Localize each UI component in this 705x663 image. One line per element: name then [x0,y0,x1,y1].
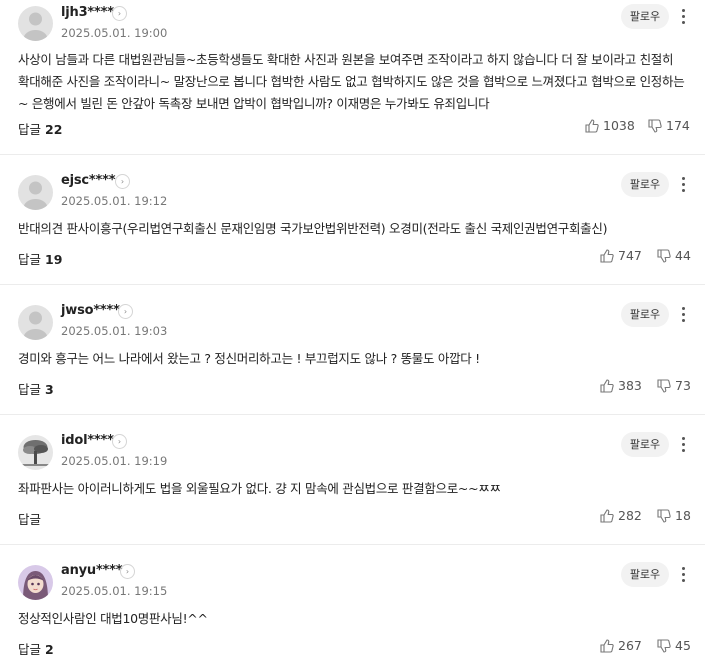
avatar[interactable] [18,305,53,340]
reply-label: 답글 [18,642,42,657]
comment-text: 경미와 흥구는 어느 나라에서 왔는고 ? 정신머리하고는 ! 부끄럽지도 않나… [18,351,480,366]
avatar[interactable] [18,175,53,210]
like-button[interactable]: 282 [600,508,642,523]
dislike-button[interactable]: 44 [657,248,691,263]
thumbs-up-icon [600,378,614,393]
follow-button[interactable]: 팔로우 [621,302,669,327]
reply-button[interactable]: 답글 22 [18,119,62,138]
like-button[interactable]: 267 [600,638,642,653]
reply-button[interactable]: 답글 3 [18,379,54,398]
comment-text: 좌파판사는 아이러니하게도 법을 외울필요가 없다. 걍 지 맘속에 관심법으로… [18,481,501,496]
avatar[interactable] [18,6,53,41]
timestamp: 2025.05.01. 19:00 [61,26,168,40]
follow-button[interactable]: 팔로우 [621,562,669,587]
vertical-dots-icon[interactable] [679,9,687,27]
reply-count: 3 [45,382,54,397]
timestamp: 2025.05.01. 19:19 [61,454,168,468]
dislike-count: 45 [675,638,691,653]
like-count: 267 [618,638,642,653]
username[interactable]: ejsc**** [61,173,116,188]
username[interactable]: idol**** [61,433,114,448]
dislike-button[interactable]: 73 [657,378,691,393]
comment-item: jwso**** › 2025.05.01. 19:03 팔로우 경미와 흥구는… [0,285,705,415]
thumbs-down-icon [657,508,671,523]
username[interactable]: anyu**** [61,563,123,578]
dislike-button[interactable]: 174 [648,118,690,133]
chevron-right-icon[interactable]: › [115,174,130,189]
thumbs-up-icon [600,248,614,263]
comment-text: 반대의견 판사이흥구(우리법연구회출신 문재인임명 국가보안법위반전력) 오경미… [18,221,608,236]
timestamp: 2025.05.01. 19:12 [61,194,168,208]
comment-text: 사상이 남들과 다른 대법원관님들~초등학생들도 확대한 사진과 원본을 보여주… [18,52,685,111]
reply-label: 답글 [18,512,42,527]
comment-item: anyu**** › 2025.05.01. 19:15 팔로우 정상적인사람인… [0,545,705,663]
vertical-dots-icon[interactable] [679,437,687,455]
reply-button[interactable]: 답글 [18,509,45,528]
chevron-right-icon[interactable]: › [112,434,127,449]
dislike-count: 44 [675,248,691,263]
dislike-count: 174 [666,118,690,133]
like-count: 282 [618,508,642,523]
timestamp: 2025.05.01. 19:03 [61,324,168,338]
like-count: 383 [618,378,642,393]
follow-button[interactable]: 팔로우 [621,4,669,29]
comment-text: 정상적인사람인 대법10명판사님!^^ [18,611,208,626]
dislike-count: 18 [675,508,691,523]
thumbs-up-icon [585,118,599,133]
vertical-dots-icon[interactable] [679,177,687,195]
thumbs-down-icon [657,638,671,653]
thumbs-down-icon [657,378,671,393]
vertical-dots-icon[interactable] [679,307,687,325]
reply-button[interactable]: 답글 19 [18,249,62,268]
dislike-button[interactable]: 45 [657,638,691,653]
avatar[interactable] [18,435,53,470]
follow-button[interactable]: 팔로우 [621,172,669,197]
comment-item: ejsc**** › 2025.05.01. 19:12 팔로우 반대의견 판사… [0,155,705,285]
chevron-right-icon[interactable]: › [118,304,133,319]
thumbs-down-icon [648,118,662,133]
dislike-count: 73 [675,378,691,393]
thumbs-up-icon [600,638,614,653]
like-count: 1038 [603,118,635,133]
dislike-button[interactable]: 18 [657,508,691,523]
vertical-dots-icon[interactable] [679,567,687,585]
comment-item: idol**** › 2025.05.01. 19:19 팔로우 좌파판사는 아… [0,415,705,545]
reply-count: 22 [45,122,63,137]
like-button[interactable]: 383 [600,378,642,393]
reply-button[interactable]: 답글 2 [18,639,54,658]
chevron-right-icon[interactable]: › [112,6,127,21]
reply-count: 2 [45,642,54,657]
like-button[interactable]: 1038 [585,118,635,133]
reply-label: 답글 [18,252,42,267]
comment-item: ljh3**** › 2025.05.01. 19:00 팔로우 사상이 남들과… [0,0,705,155]
reply-label: 답글 [18,122,42,137]
chevron-right-icon[interactable]: › [120,564,135,579]
like-button[interactable]: 747 [600,248,642,263]
username[interactable]: ljh3**** [61,5,114,20]
thumbs-up-icon [600,508,614,523]
thumbs-down-icon [657,248,671,263]
timestamp: 2025.05.01. 19:15 [61,584,168,598]
reply-label: 답글 [18,382,42,397]
avatar[interactable] [18,565,53,600]
username[interactable]: jwso**** [61,303,120,318]
like-count: 747 [618,248,642,263]
reply-count: 19 [45,252,63,267]
follow-button[interactable]: 팔로우 [621,432,669,457]
